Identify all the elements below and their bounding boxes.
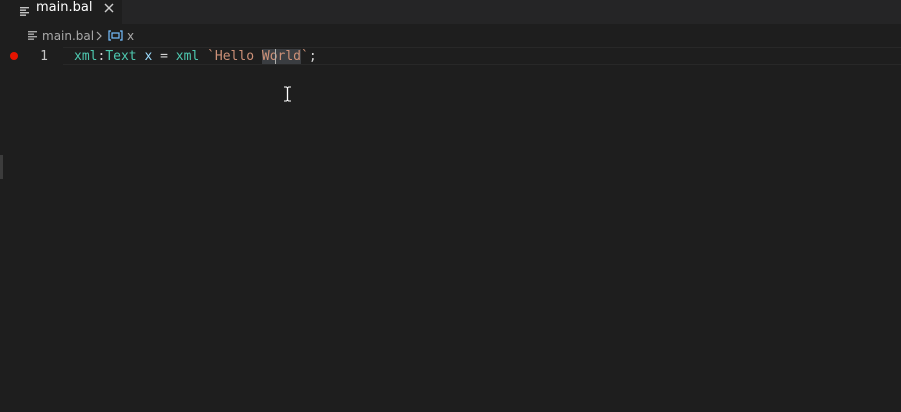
token-string: ` [301, 49, 309, 64]
sash-handle[interactable] [0, 155, 3, 179]
tab-main-bal[interactable]: main.bal [0, 0, 122, 24]
chevron-right-icon [96, 31, 102, 41]
variable-icon [108, 30, 123, 41]
breadcrumb-symbol[interactable]: x [127, 28, 134, 44]
token-string-selected: World [261, 49, 302, 64]
token-type: xml [175, 49, 200, 64]
file-lines-icon [28, 31, 37, 40]
tab-bar: main.bal [0, 0, 901, 24]
text-cursor [275, 49, 276, 64]
tab-label: main.bal [36, 0, 93, 15]
token-type: Text [105, 49, 137, 64]
token-punct: ; [308, 49, 317, 64]
token-string: `Hello [207, 49, 262, 64]
text-cursor-icon [284, 86, 291, 102]
breadcrumb-file[interactable]: main.bal [42, 28, 94, 44]
breadcrumb: main.bal x [0, 25, 901, 47]
breakpoint-icon[interactable] [10, 52, 18, 60]
file-lines-icon [20, 7, 29, 16]
line-number: 1 [40, 49, 48, 64]
token-operator: = [152, 49, 176, 64]
token-type: xml [74, 49, 98, 64]
close-icon[interactable] [104, 3, 114, 13]
code-line[interactable]: xml:Text x = xml `Hello World`; [74, 48, 317, 65]
